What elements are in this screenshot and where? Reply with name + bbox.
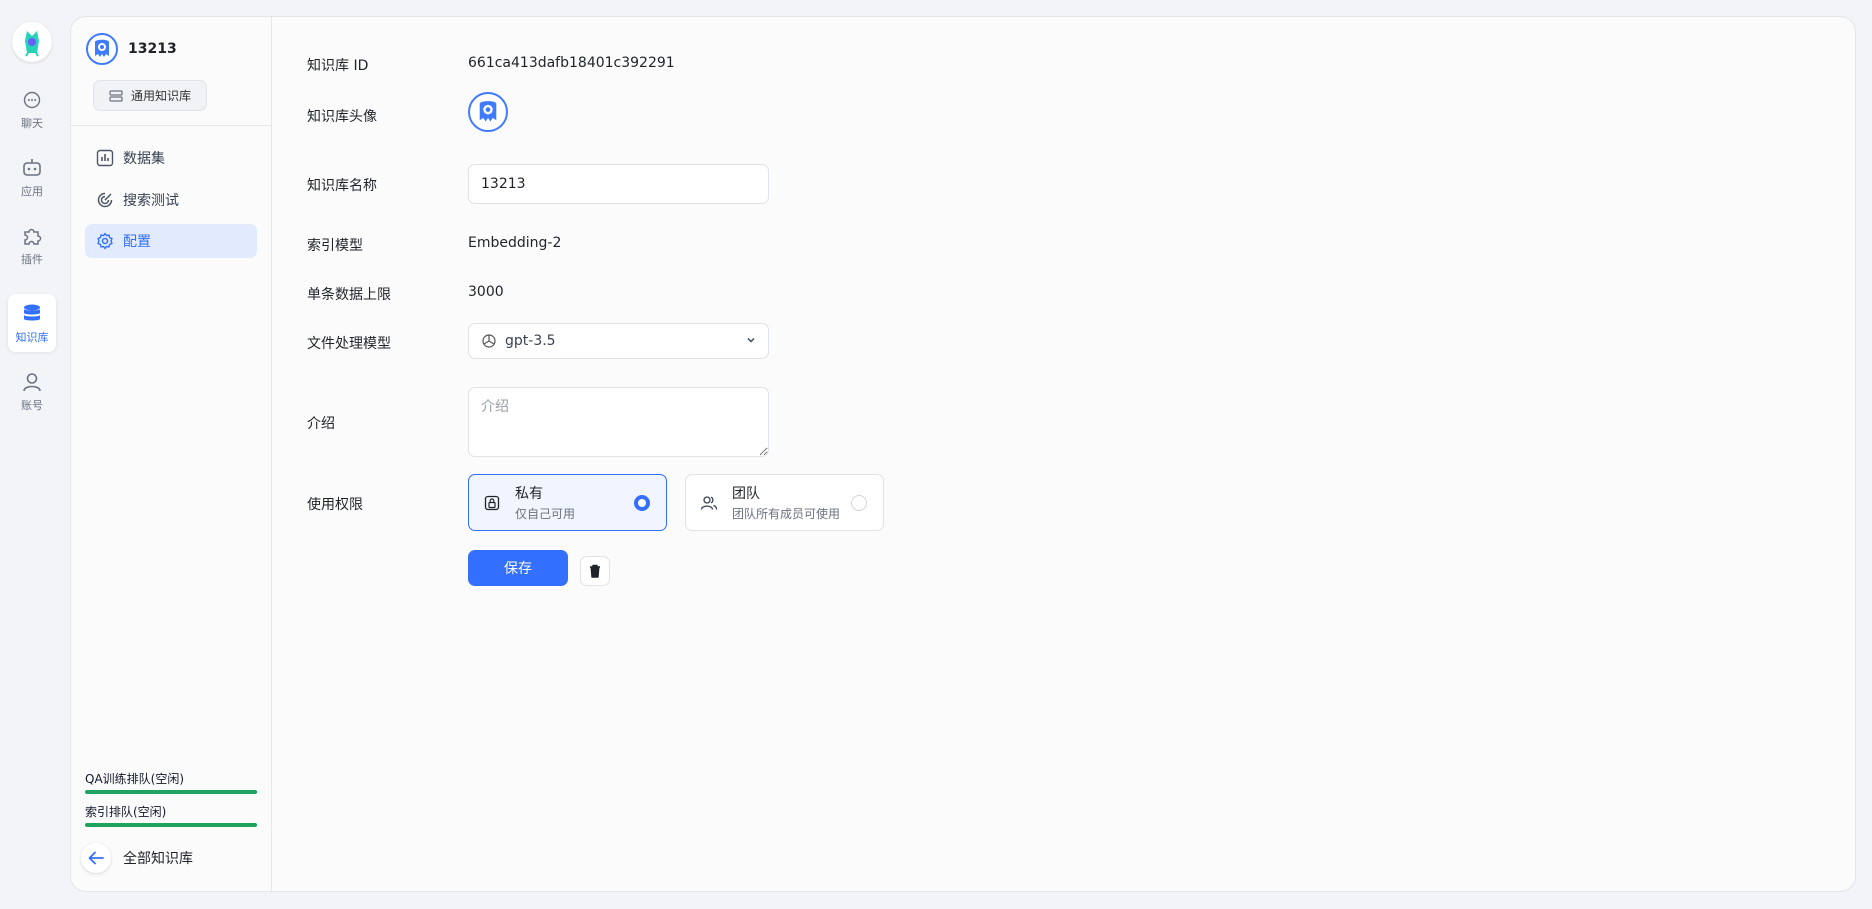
- id-value: 661ca413dafb18401c392291: [468, 55, 675, 71]
- user-icon: [20, 370, 44, 394]
- name-label: 知识库名称: [307, 178, 377, 194]
- puzzle-icon: [20, 224, 44, 248]
- id-label: 知识库 ID: [307, 58, 369, 74]
- rail-label: 账号: [21, 398, 43, 412]
- limit-label: 单条数据上限: [307, 287, 391, 303]
- rail-item-apps[interactable]: 应用: [8, 148, 56, 206]
- permission-desc: 仅自己可用: [515, 507, 576, 521]
- dataset-type-badge: 通用知识库: [93, 80, 207, 111]
- file-model-label: 文件处理模型: [307, 336, 391, 352]
- permission-team-option[interactable]: 团队 团队所有成员可使用: [685, 474, 884, 531]
- app-logo[interactable]: [12, 22, 52, 62]
- nav-label: 搜索测试: [123, 193, 179, 209]
- dataset-type-label: 通用知识库: [130, 89, 191, 103]
- database-icon: [20, 302, 44, 326]
- permission-private-option[interactable]: 私有 仅自己可用: [468, 474, 667, 531]
- rail-label: 聊天: [21, 116, 43, 130]
- queue-progress-bar: [85, 790, 257, 794]
- rail-label: 插件: [21, 252, 43, 266]
- gear-icon: [95, 231, 115, 251]
- rail-item-chat[interactable]: 聊天: [8, 80, 56, 138]
- file-model-value: gpt-3.5: [505, 333, 556, 349]
- permission-title: 私有: [515, 486, 543, 502]
- avatar-picker[interactable]: [468, 92, 508, 132]
- arrow-left-icon: [81, 843, 111, 873]
- dataset-name: 13213: [128, 41, 177, 57]
- dataset-avatar-icon: [479, 101, 497, 122]
- intro-textarea[interactable]: [468, 387, 769, 457]
- back-label: 全部知识库: [123, 851, 193, 867]
- queue-progress-fill: [85, 790, 257, 794]
- target-icon: [95, 190, 115, 210]
- main-panel: 13213 通用知识库 数据集 搜索测试 配置 QA训练排队(空闲) 索引排队(…: [70, 16, 1856, 892]
- dataset-avatar: [86, 33, 118, 65]
- permission-title: 团队: [732, 486, 760, 502]
- delete-button[interactable]: [580, 556, 610, 586]
- trash-icon: [590, 564, 600, 578]
- logo-icon: [25, 31, 39, 57]
- config-form: 知识库 ID 661ca413dafb18401c392291 知识库头像 知识…: [272, 17, 1855, 891]
- chevron-down-icon: [746, 335, 756, 345]
- rail-label: 知识库: [15, 330, 49, 344]
- radio-selected[interactable]: [634, 495, 650, 511]
- lock-icon: [483, 494, 501, 512]
- dataset-header: 13213: [86, 33, 177, 65]
- index-queue-status: 索引排队(空闲): [85, 803, 257, 827]
- rail-item-plugins[interactable]: 插件: [8, 216, 56, 274]
- rail-item-account[interactable]: 账号: [8, 362, 56, 420]
- index-model-value: Embedding-2: [468, 235, 562, 251]
- queue-progress-bar: [85, 823, 257, 827]
- chat-icon: [20, 88, 44, 112]
- app-rail: 聊天 应用 插件 知识库 账号: [0, 0, 64, 909]
- dataset-sidebar: 13213 通用知识库 数据集 搜索测试 配置 QA训练排队(空闲) 索引排队(…: [71, 17, 272, 891]
- nav-item-config[interactable]: 配置: [85, 224, 257, 258]
- qa-queue-status: QA训练排队(空闲): [85, 770, 257, 794]
- permission-label: 使用权限: [307, 497, 363, 513]
- team-icon: [700, 494, 718, 512]
- rail-item-knowledge[interactable]: 知识库: [8, 294, 56, 352]
- nav-label: 配置: [123, 234, 151, 250]
- robot-icon: [20, 156, 44, 180]
- dataset-avatar-icon: [95, 39, 109, 57]
- file-model-select[interactable]: gpt-3.5: [468, 323, 769, 359]
- radio-unselected[interactable]: [851, 495, 867, 511]
- dataset-name-input[interactable]: [468, 164, 769, 204]
- back-to-all-datasets[interactable]: 全部知识库: [81, 843, 193, 873]
- nav-item-dataset[interactable]: 数据集: [85, 141, 257, 175]
- avatar-label: 知识库头像: [307, 109, 377, 125]
- index-model-label: 索引模型: [307, 238, 363, 254]
- save-button[interactable]: 保存: [468, 550, 568, 586]
- limit-value: 3000: [468, 284, 504, 300]
- queue-label: QA训练排队(空闲): [85, 772, 185, 786]
- queue-label: 索引排队(空闲): [85, 805, 167, 819]
- queue-progress-fill: [85, 823, 257, 827]
- openai-icon: [481, 333, 497, 349]
- nav-label: 数据集: [123, 151, 165, 167]
- divider: [71, 125, 272, 126]
- permission-desc: 团队所有成员可使用: [732, 507, 841, 521]
- chart-icon: [95, 148, 115, 168]
- server-icon: [109, 89, 123, 102]
- nav-item-search-test[interactable]: 搜索测试: [85, 183, 257, 217]
- rail-label: 应用: [21, 184, 43, 198]
- intro-label: 介绍: [307, 416, 335, 432]
